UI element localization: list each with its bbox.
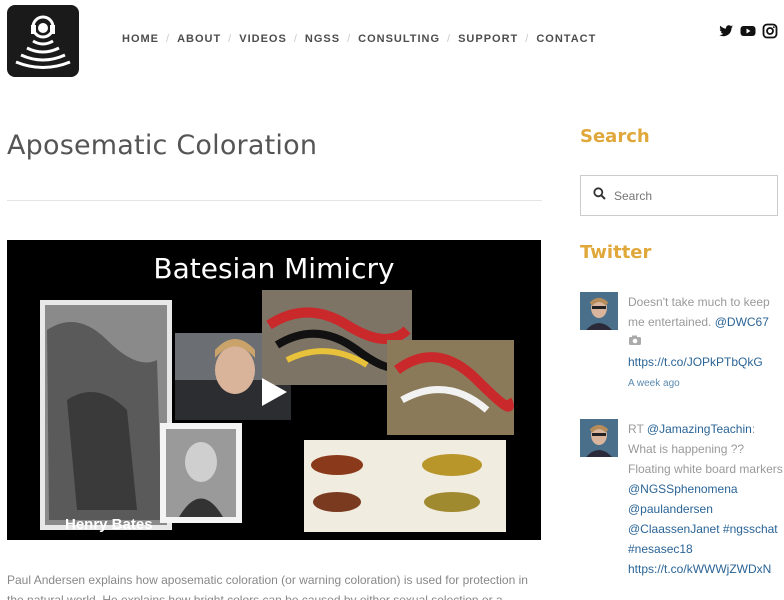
- search-input[interactable]: [614, 188, 764, 203]
- nav-support[interactable]: SUPPORT: [458, 33, 518, 45]
- nav-about[interactable]: ABOUT: [177, 33, 221, 45]
- page-title: Aposematic Coloration: [7, 130, 318, 161]
- search-box[interactable]: [580, 175, 778, 216]
- title-divider: [7, 200, 542, 201]
- search-heading: Search: [580, 126, 650, 147]
- avatar[interactable]: [580, 419, 618, 457]
- tweet-hashtag[interactable]: #nesasec18: [628, 542, 693, 556]
- photo-icon: [628, 335, 642, 349]
- tweet-mention[interactable]: @JamazingTeachin: [647, 422, 752, 436]
- video-title: Batesian Mimicry: [153, 252, 395, 285]
- tweet-mention[interactable]: @DWC67: [715, 315, 769, 329]
- tweet-mention[interactable]: @NGSSphenomena: [628, 482, 738, 496]
- tweet-prefix: RT: [628, 422, 647, 436]
- twitter-icon[interactable]: [718, 23, 734, 39]
- nav-contact[interactable]: CONTACT: [536, 33, 596, 45]
- nav-home[interactable]: HOME: [122, 33, 159, 45]
- tweet-link[interactable]: https://t.co/JOPkPTbQkG: [628, 355, 763, 369]
- nav-videos[interactable]: VIDEOS: [239, 33, 287, 45]
- nav-ngss[interactable]: NGSS: [305, 33, 340, 45]
- tweet-time[interactable]: A week ago: [628, 378, 680, 389]
- tweet-hashtag[interactable]: #ngsschat: [723, 522, 778, 536]
- avatar[interactable]: [580, 292, 618, 330]
- play-icon[interactable]: [252, 368, 302, 418]
- youtube-icon[interactable]: [740, 23, 756, 39]
- site-logo[interactable]: [7, 5, 79, 77]
- video-caption: Henry Bates: [65, 516, 153, 533]
- instagram-icon[interactable]: [762, 23, 778, 39]
- tweet-mention[interactable]: @paulandersen: [628, 502, 713, 516]
- nav-consulting[interactable]: CONSULTING: [358, 33, 440, 45]
- video-player[interactable]: Batesian Mimicry Henry Bates: [7, 240, 541, 540]
- twitter-heading: Twitter: [580, 242, 652, 263]
- post-description: Paul Andersen explains how aposematic co…: [7, 573, 528, 600]
- social-links: [718, 23, 778, 39]
- search-icon: [593, 186, 606, 205]
- main-nav: HOME / ABOUT / VIDEOS / NGSS / CONSULTIN…: [122, 33, 597, 45]
- tweet-mention[interactable]: @ClaassenJanet: [628, 522, 720, 536]
- tweet-link[interactable]: https://t.co/kWWWjZWDxN: [628, 562, 771, 576]
